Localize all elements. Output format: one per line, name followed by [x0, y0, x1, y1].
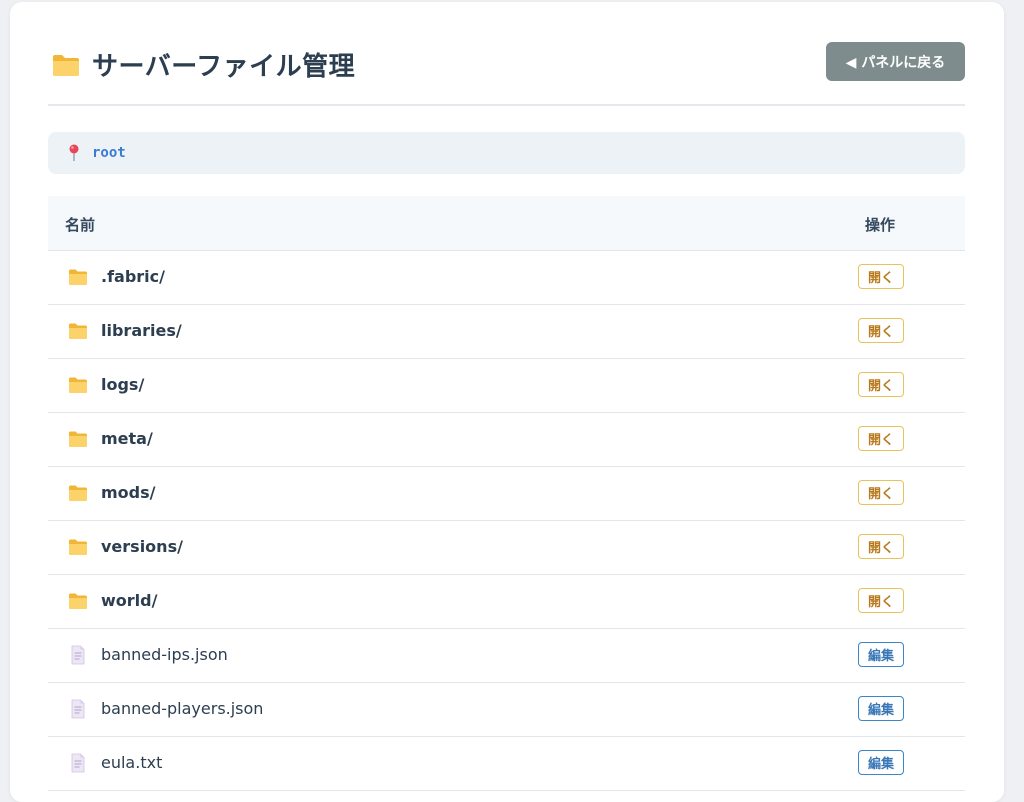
back-to-panel-button[interactable]: ◀ パネルに戻る: [826, 42, 965, 81]
table-row: .fabric/開く: [48, 251, 965, 305]
folder-icon: [53, 54, 79, 76]
table-row: meta/開く: [48, 413, 965, 467]
file-manager-card: サーバーファイル管理 ◀ パネルに戻る root 名前 操作 .fabric/開…: [10, 2, 1004, 802]
open-button[interactable]: 開く: [858, 372, 904, 397]
edit-button[interactable]: 編集: [858, 696, 904, 721]
file-icon: [68, 645, 88, 665]
folder-icon: [68, 483, 88, 503]
open-button[interactable]: 開く: [858, 426, 904, 451]
file-name: versions/: [101, 537, 183, 556]
table-row: mods/開く: [48, 467, 965, 521]
file-name: banned-ips.json: [101, 645, 228, 664]
header: サーバーファイル管理 ◀ パネルに戻る: [48, 42, 965, 106]
breadcrumb: root: [48, 132, 965, 174]
title-wrap: サーバーファイル管理: [52, 46, 355, 83]
edit-button[interactable]: 編集: [858, 750, 904, 775]
open-button[interactable]: 開く: [858, 318, 904, 343]
folder-icon: [68, 429, 88, 449]
column-header-name: 名前: [65, 216, 96, 234]
back-button-label: ◀ パネルに戻る: [845, 54, 946, 71]
table-body: .fabric/開く libraries/開く logs/開く meta/開く mods…: [48, 251, 965, 791]
table-row: banned-players.json 編集: [48, 683, 965, 737]
folder-icon: [68, 267, 88, 287]
file-name: banned-players.json: [101, 699, 264, 718]
open-button[interactable]: 開く: [858, 480, 904, 505]
pin-icon: [69, 144, 79, 161]
folder-icon: [68, 537, 88, 557]
table-row: logs/開く: [48, 359, 965, 413]
open-button[interactable]: 開く: [858, 588, 904, 613]
file-name: eula.txt: [101, 753, 163, 772]
file-table: 名前 操作 .fabric/開く libraries/開く logs/開く meta/…: [48, 196, 965, 791]
file-name: meta/: [101, 429, 153, 448]
open-button[interactable]: 開く: [858, 534, 904, 559]
folder-icon: [68, 321, 88, 341]
file-icon: [68, 699, 88, 719]
file-name: world/: [101, 591, 158, 610]
file-name: .fabric/: [101, 267, 165, 286]
folder-icon: [68, 591, 88, 611]
table-row: world/開く: [48, 575, 965, 629]
edit-button[interactable]: 編集: [858, 642, 904, 667]
open-button[interactable]: 開く: [858, 264, 904, 289]
table-row: libraries/開く: [48, 305, 965, 359]
table-header: 名前 操作: [48, 196, 965, 251]
table-row: banned-ips.json 編集: [48, 629, 965, 683]
current-path: root: [92, 145, 126, 161]
page-title: サーバーファイル管理: [92, 52, 356, 82]
file-name: libraries/: [101, 321, 182, 340]
table-row: versions/開く: [48, 521, 965, 575]
file-name: mods/: [101, 483, 156, 502]
file-icon: [68, 753, 88, 773]
folder-icon: [68, 375, 88, 395]
column-header-ops: 操作: [865, 216, 896, 234]
table-row: eula.txt 編集: [48, 737, 965, 791]
file-name: logs/: [101, 375, 145, 394]
